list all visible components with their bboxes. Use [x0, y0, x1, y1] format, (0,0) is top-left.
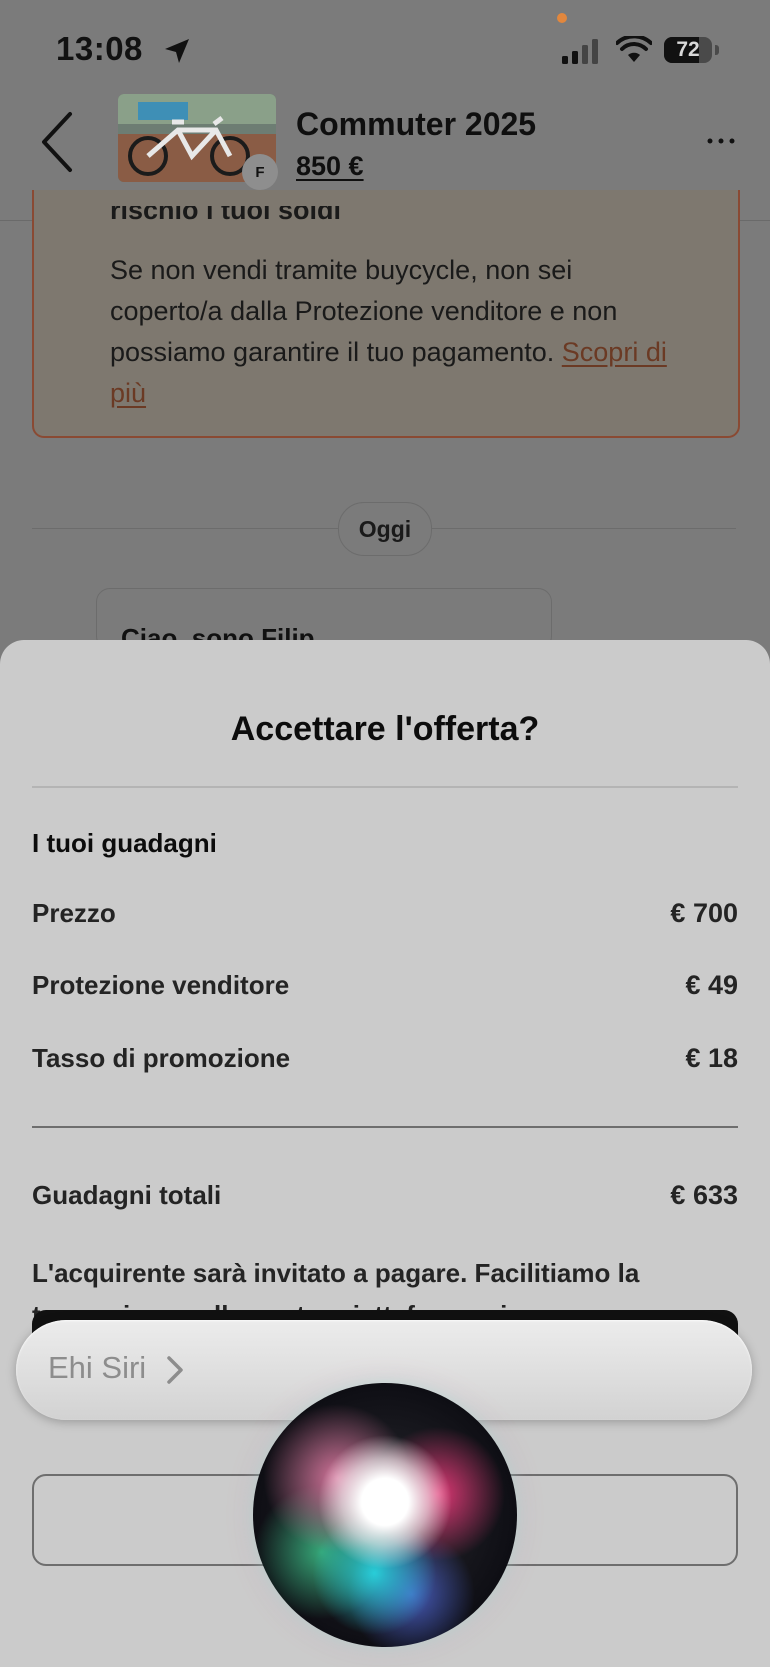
price-row: Prezzo € 700 [32, 898, 738, 934]
wifi-icon [616, 36, 652, 62]
divider [32, 1126, 738, 1128]
chevron-right-icon [167, 1356, 183, 1384]
warning-text: Se non vendi tramite buycycle, non sei c… [110, 255, 667, 408]
divider [32, 786, 738, 788]
total-earnings-row: Guadagni totali € 633 [32, 1180, 738, 1216]
battery-percent: 72 [676, 38, 700, 61]
listing-title: Commuter 2025 [296, 106, 537, 142]
more-options-icon[interactable] [706, 136, 736, 146]
row-label: Protezione venditore [32, 970, 290, 1000]
row-value: € 49 [685, 970, 738, 1000]
row-label: Prezzo [32, 898, 116, 928]
location-arrow-icon [165, 39, 189, 63]
siri-prompt-text: Ehi Siri [48, 1350, 147, 1385]
seller-avatar: F [242, 154, 278, 190]
status-time: 13:08 [56, 30, 143, 67]
listing-price[interactable]: 850 € [296, 151, 364, 182]
cellular-signal-icon [562, 39, 598, 64]
promotion-fee-row: Tasso di promozione € 18 [32, 1043, 738, 1079]
seller-protection-row: Protezione venditore € 49 [32, 970, 738, 1006]
back-chevron-icon[interactable] [36, 110, 80, 174]
battery-indicator: 72 [664, 37, 720, 65]
earnings-section-title: I tuoi guadagni [32, 828, 217, 858]
status-bar: 13:08 72 [0, 0, 770, 96]
total-value: € 633 [670, 1180, 738, 1210]
privacy-indicator-dot [557, 13, 567, 23]
row-value: € 700 [670, 898, 738, 928]
warning-heading: rischio i tuoi soldi [110, 206, 341, 220]
row-value: € 18 [685, 1043, 738, 1073]
row-label: Tasso di promozione [32, 1043, 291, 1073]
siri-orb-icon[interactable] [253, 1383, 517, 1647]
sheet-title: Accettare l'offerta? [230, 710, 540, 748]
day-label: Oggi [338, 502, 432, 556]
total-label: Guadagni totali [32, 1180, 222, 1210]
